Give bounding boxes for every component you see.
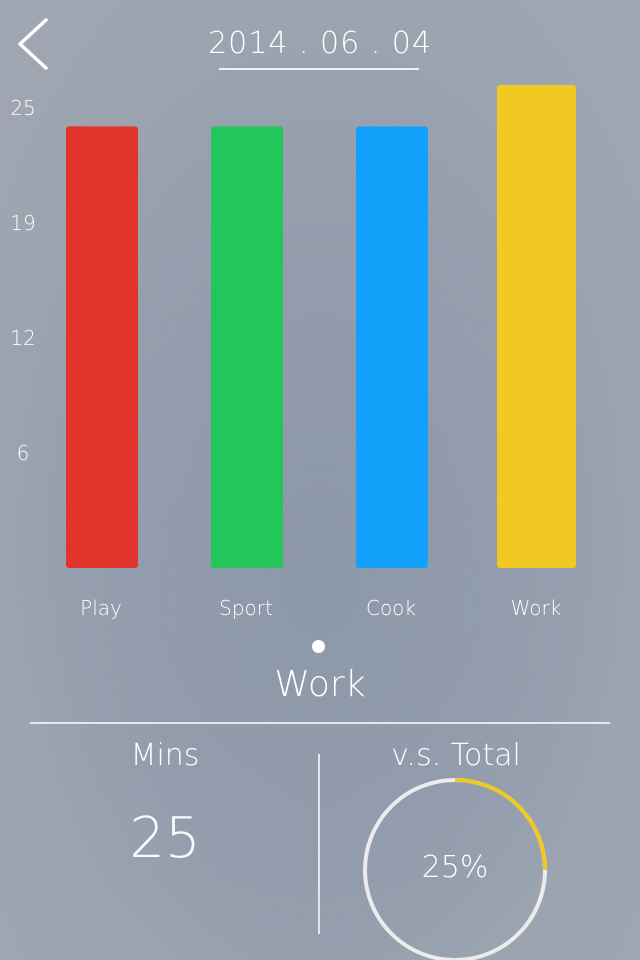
category-label-sport: Sport	[219, 596, 273, 620]
bar-sport[interactable]	[211, 126, 283, 569]
y-tick-label: 19	[10, 211, 36, 235]
date-underline	[219, 68, 419, 70]
y-tick-label: 25	[10, 96, 36, 120]
selection-dot	[312, 640, 325, 653]
horizontal-divider	[30, 722, 610, 724]
selected-category-label: Work	[274, 664, 366, 705]
total-heading: v.s. Total	[391, 738, 521, 773]
mins-heading: Mins	[130, 738, 200, 773]
category-label-cook: Cook	[365, 596, 417, 620]
bar-play[interactable]	[66, 126, 138, 569]
y-tick-label: 6	[16, 441, 30, 465]
date-title[interactable]: 2014 . 06 . 04	[0, 26, 640, 61]
mins-value: 25	[129, 806, 201, 871]
bar-cook[interactable]	[356, 126, 428, 569]
bar-chart	[66, 85, 576, 569]
y-tick-label: 12	[10, 326, 36, 350]
category-label-work: Work	[510, 596, 562, 620]
percent-label: 25%	[421, 850, 489, 885]
bar-work[interactable]	[497, 85, 576, 568]
category-label-play: Play	[80, 596, 122, 620]
